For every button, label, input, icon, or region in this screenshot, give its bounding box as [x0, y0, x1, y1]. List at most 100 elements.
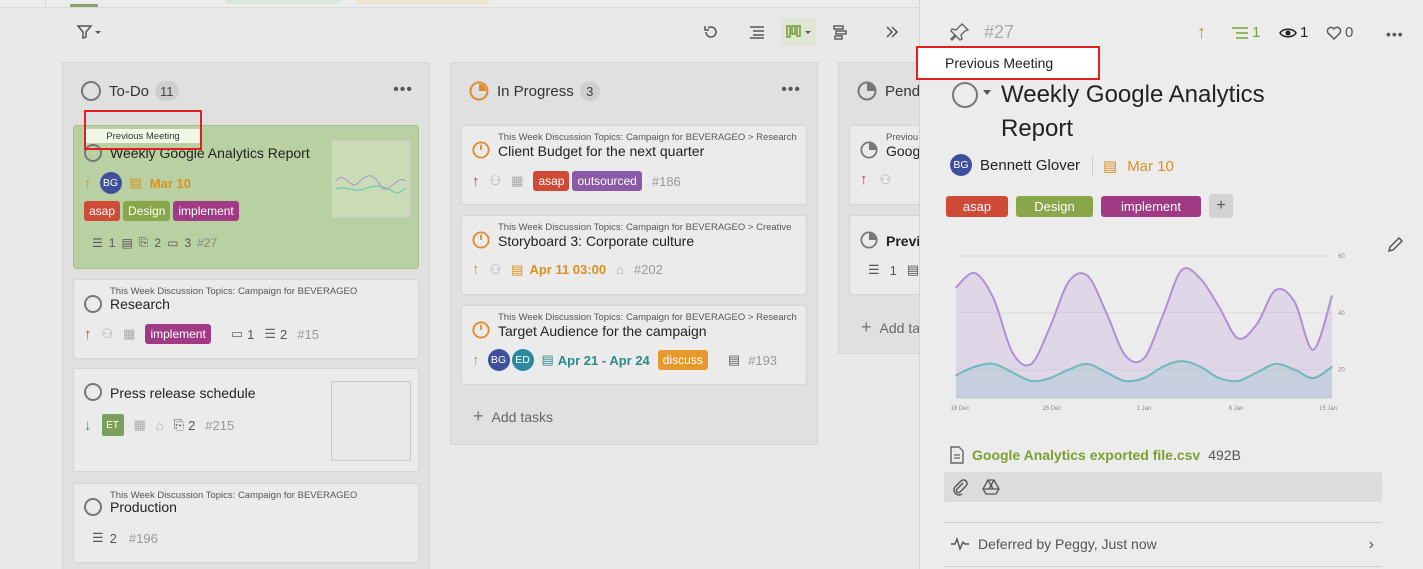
google-drive-icon[interactable] — [982, 479, 1000, 500]
tags-row: asap Design implement + — [946, 194, 1233, 218]
priority-up-icon: ↑ — [472, 261, 480, 278]
card-title: Client Budget for the next quarter — [498, 143, 705, 159]
status-circle-icon — [81, 81, 101, 101]
top-tab-strip — [0, 0, 920, 8]
data-point — [1105, 312, 1108, 314]
tag-implement[interactable]: implement — [1101, 195, 1201, 217]
undo-button[interactable] — [699, 18, 723, 46]
attachment-name[interactable]: Google Analytics exported file.csv — [972, 447, 1200, 463]
tag-implement[interactable]: implement — [145, 324, 211, 344]
due-date: Mar 10 — [1127, 157, 1174, 175]
task-title[interactable]: Weekly Google Analytics Report — [1001, 78, 1265, 146]
pending-status-icon[interactable] — [860, 141, 878, 159]
data-point — [1312, 348, 1314, 351]
due-date: Apr 11 03:00 — [529, 262, 607, 277]
pin-icon[interactable] — [950, 22, 970, 47]
task-number: #186 — [651, 173, 681, 189]
due-date-field[interactable]: ▤ Mar 10 — [1103, 157, 1174, 176]
assignee-name: Bennett Glover — [980, 156, 1081, 174]
tag-discuss[interactable]: discuss — [657, 350, 708, 370]
data-point — [1162, 314, 1164, 317]
board-view-button[interactable] — [781, 18, 816, 46]
in-progress-status-icon[interactable] — [472, 231, 490, 249]
chevron-right-icon[interactable]: › — [1369, 536, 1374, 554]
add-tag-button[interactable]: + — [1209, 194, 1233, 218]
card-title: Production — [110, 499, 177, 515]
tag-design[interactable]: Design — [1016, 195, 1093, 217]
pending-status-icon — [857, 81, 877, 101]
task-number: #196 — [128, 530, 158, 546]
activity-item[interactable]: Deferred by Peggy, Just now › — [950, 536, 1380, 554]
task-title-line: Weekly Google Analytics — [1001, 81, 1265, 108]
heart-icon — [1326, 26, 1342, 40]
filter-button[interactable] — [72, 18, 106, 46]
status-circle-icon[interactable] — [952, 82, 978, 108]
task-card[interactable]: This Week Discussion Topics: Campaign fo… — [461, 125, 807, 205]
tag-asap[interactable]: asap — [84, 201, 121, 221]
tag-outsourced[interactable]: outsourced — [572, 171, 642, 191]
assignee-icon: ⚇ — [489, 173, 502, 188]
data-point — [955, 286, 957, 289]
comment-count: 3 — [184, 235, 192, 250]
assignee-icon: ⚇ — [879, 171, 892, 187]
subtasks-count: 1 — [108, 235, 116, 250]
attachment-toolbar — [944, 472, 1382, 502]
watchers-button[interactable]: 1 — [1279, 24, 1308, 41]
task-number: #15 — [297, 326, 319, 342]
data-point — [1331, 294, 1333, 297]
collapse-panel-button[interactable] — [880, 18, 904, 46]
plus-icon: + — [861, 317, 872, 337]
chevron-down-icon[interactable] — [983, 90, 991, 95]
chart-thumbnail — [331, 140, 411, 218]
task-card[interactable]: This Week Discussion Topics: Campaign fo… — [73, 483, 419, 563]
board-view-icon — [785, 25, 811, 38]
active-tab-indicator — [70, 4, 98, 7]
pending-status-icon[interactable] — [860, 231, 878, 249]
status-circle-icon[interactable] — [84, 295, 102, 313]
data-point — [992, 297, 995, 300]
assignee[interactable]: BG Bennett Glover — [950, 154, 1080, 176]
task-card[interactable]: Press release schedule ↓ ET ▦ ⌂ ⎘ 2 #215 — [73, 368, 419, 472]
like-button[interactable]: 0 — [1326, 24, 1353, 41]
priority-up-icon[interactable]: ↑ — [1197, 22, 1206, 43]
description-icon: ▤ — [906, 262, 920, 277]
tag-asap[interactable]: asap — [533, 171, 570, 191]
task-card[interactable]: This Week Discussion Topics: Campaign fo… — [461, 215, 807, 295]
edit-pencil-icon[interactable] — [1386, 236, 1404, 259]
paperclip-icon[interactable] — [952, 478, 968, 501]
data-point — [1030, 363, 1032, 365]
priority-up-icon: ↑ — [472, 172, 480, 190]
status-circle-icon[interactable] — [84, 383, 102, 401]
tag-design[interactable]: Design — [123, 201, 171, 221]
column-count: 11 — [155, 81, 179, 101]
task-number: #27 — [984, 22, 1015, 42]
avatar: BG — [950, 154, 972, 176]
subtasks-button[interactable]: 1 — [1231, 24, 1260, 41]
avatar: BG — [99, 172, 122, 194]
tab-pill[interactable] — [355, 0, 490, 4]
tag-implement[interactable]: implement — [173, 201, 239, 221]
in-progress-status-icon[interactable] — [472, 321, 490, 339]
task-card[interactable]: This Week Discussion Topics: Campaign fo… — [73, 279, 419, 359]
add-tasks-button[interactable]: + Add ta — [861, 317, 920, 338]
subtasks-count: 1 — [889, 262, 897, 278]
in-progress-status-icon[interactable] — [472, 141, 490, 159]
task-card[interactable]: This Week Discussion Topics: Campaign fo… — [461, 305, 807, 385]
data-point — [1180, 269, 1183, 271]
gantt-view-button[interactable] — [828, 18, 852, 46]
more-icon[interactable]: ••• — [1386, 26, 1404, 42]
list-view-button[interactable] — [745, 18, 769, 46]
add-tasks-button[interactable]: + Add tasks — [473, 406, 553, 427]
tag-asap[interactable]: asap — [946, 195, 1008, 217]
more-icon[interactable]: ••• — [393, 81, 413, 99]
attachment-file[interactable]: Google Analytics exported file.csv 492B — [950, 446, 1241, 464]
more-icon[interactable]: ••• — [781, 81, 801, 99]
tag-icon: ⌂ — [616, 262, 624, 277]
tab-pill[interactable] — [225, 0, 340, 4]
priority-up-icon: ↑ — [84, 325, 92, 343]
data-point — [1011, 351, 1014, 354]
x-tick-label: 8 Jan — [1229, 406, 1244, 412]
status-circle-icon[interactable] — [84, 498, 102, 516]
x-tick-label: 18 Dec — [950, 406, 969, 412]
tooltip-label: Previous Meeting — [945, 55, 1054, 71]
